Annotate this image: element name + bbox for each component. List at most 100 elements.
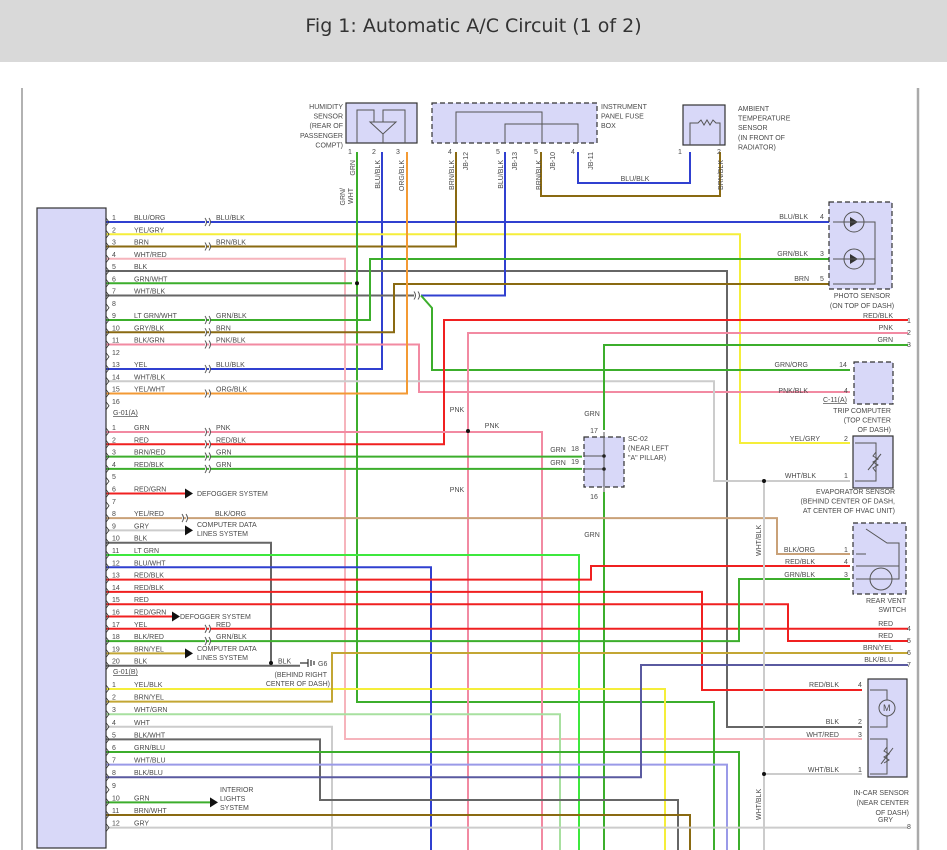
- label: 18: [112, 634, 120, 641]
- label: PNK: [216, 425, 231, 432]
- trip-computer: [853, 361, 894, 405]
- label: "A" PILLAR): [628, 455, 666, 462]
- label: BLK/ORG: [784, 547, 815, 554]
- label: BLK: [134, 536, 148, 543]
- label: 4: [112, 252, 116, 259]
- label: WHT/RED: [806, 732, 839, 739]
- label: 8: [112, 511, 116, 518]
- label: 14: [112, 585, 120, 592]
- label: 2: [112, 437, 116, 444]
- sc02-splice: [583, 432, 625, 492]
- label: GRN: [134, 425, 150, 432]
- wire-brn-blk-ambient-2: [540, 152, 721, 197]
- label: 4: [844, 559, 848, 566]
- label: 7: [112, 758, 116, 765]
- label: 2: [844, 436, 848, 443]
- label: GRN/BLK: [784, 572, 815, 579]
- label: RED/BLK: [785, 559, 815, 566]
- arrow-icon: [185, 648, 193, 659]
- label: 11: [112, 808, 119, 815]
- label: LT GRN: [134, 548, 159, 555]
- wire-brn-wht: [106, 814, 691, 850]
- ambient-temperature-sensor: [682, 104, 726, 146]
- label: GRN/BLK: [777, 251, 808, 258]
- label: BLK/RED: [134, 634, 164, 641]
- label: RED/GRN: [134, 487, 166, 494]
- label: 9: [112, 313, 116, 320]
- label: 19: [112, 646, 120, 653]
- label: BRN/WHT: [134, 808, 167, 815]
- label: G-01(A): [113, 410, 138, 417]
- label: (TOP CENTER: [844, 418, 891, 425]
- label: YEL/RED: [134, 511, 164, 518]
- label: ORG/BLK: [399, 160, 406, 191]
- label: 17: [112, 622, 120, 629]
- label: BRN: [134, 240, 149, 247]
- label: SC-02: [628, 436, 648, 443]
- label: 3: [820, 251, 824, 258]
- label: JB-12: [463, 152, 470, 170]
- label: 7: [112, 289, 116, 296]
- label: 3: [907, 342, 911, 349]
- label: 16: [590, 494, 598, 501]
- label: BLK/BLU: [134, 770, 163, 777]
- label: 10: [112, 536, 120, 543]
- label: RED: [878, 621, 893, 628]
- label: 1: [858, 767, 862, 774]
- label: COMPUTER DATA: [197, 522, 257, 529]
- label: PHOTO SENSOR: [834, 293, 890, 300]
- label: BRN/BLK: [449, 160, 456, 190]
- label: REAR VENT: [866, 598, 907, 605]
- label: 3: [858, 732, 862, 739]
- wire-grn-blk-photo-3: [106, 258, 845, 321]
- label: BLK/GRN: [134, 338, 165, 345]
- label: 4: [112, 462, 116, 469]
- arrow-icon: [210, 797, 218, 808]
- label: GRY: [878, 817, 893, 824]
- label: 8: [907, 824, 911, 831]
- label: INTERIOR: [220, 787, 253, 794]
- label: BLU/BLK: [779, 214, 808, 221]
- wire-org-blk-humidity-3: [106, 152, 408, 395]
- label: WHT/GRN: [134, 707, 167, 714]
- label: 2: [372, 149, 376, 156]
- label: 1: [112, 215, 116, 222]
- label: ORG/BLK: [216, 387, 247, 394]
- label: 13: [112, 362, 120, 369]
- label: SENSOR: [738, 125, 768, 132]
- label: TEMPERATURE: [738, 116, 791, 123]
- label: YEL/BLK: [134, 682, 163, 689]
- label: 17: [590, 428, 598, 435]
- label: DEFOGGER SYSTEM: [197, 491, 268, 498]
- label: 4: [858, 682, 862, 689]
- in-car-sensor: M: [867, 678, 908, 778]
- label: RED: [134, 597, 149, 604]
- arrow-icon: [185, 488, 193, 499]
- label: OF DASH): [858, 427, 891, 434]
- label: PNK/BLK: [216, 338, 246, 345]
- label: 10: [112, 795, 120, 802]
- label: 6: [112, 276, 116, 283]
- label: 5: [907, 638, 911, 645]
- splice-dot: [762, 479, 766, 483]
- label: RADIATOR): [738, 144, 776, 151]
- label: BLK: [134, 659, 148, 666]
- label: 5: [534, 149, 538, 156]
- label: GRN/BLK: [216, 313, 247, 320]
- label: 4: [844, 388, 848, 395]
- label: COMPUTER DATA: [197, 646, 257, 653]
- label: PNK: [450, 487, 465, 494]
- label: BRN/BLK: [216, 240, 246, 247]
- label: OF DASH): [876, 810, 909, 817]
- instrument-panel-fuse-box: [431, 102, 598, 144]
- photo-sensor: [828, 201, 893, 290]
- label: RED/BLK: [134, 462, 164, 469]
- label: 11: [112, 548, 119, 555]
- label: GRN/WHT: [134, 276, 168, 283]
- label: 1: [844, 473, 848, 480]
- label: BLK/BLU: [864, 657, 893, 664]
- label: 7: [907, 662, 911, 669]
- label: BLK: [278, 659, 292, 666]
- label: RED/BLK: [216, 437, 246, 444]
- splice-dot: [466, 429, 470, 433]
